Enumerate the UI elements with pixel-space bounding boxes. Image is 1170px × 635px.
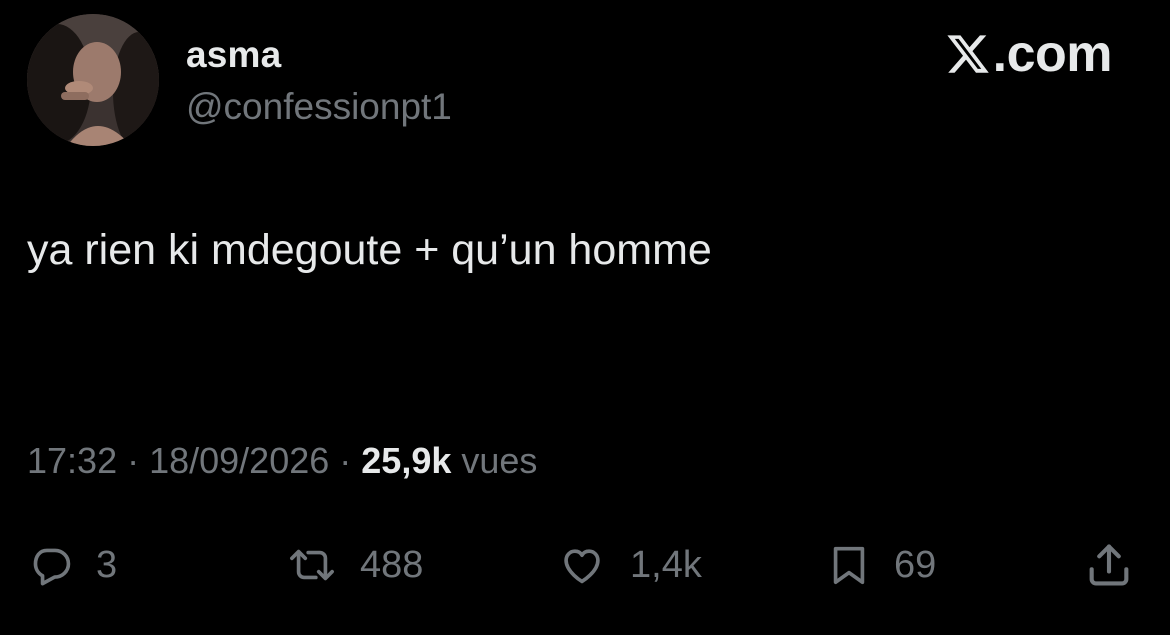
retweet-count: 488 [360, 543, 424, 586]
avatar[interactable] [27, 14, 159, 146]
views-label: vues [451, 440, 538, 481]
bookmark-button[interactable]: 69 [826, 533, 936, 597]
like-count: 1,4k [630, 543, 702, 586]
tweet-date[interactable]: 18/09/2026 [149, 440, 329, 481]
author-display-name[interactable]: asma [186, 34, 281, 76]
share-button[interactable] [1083, 533, 1135, 597]
avatar-photo [27, 14, 159, 146]
heart-icon [556, 542, 608, 588]
brand-domain-text: .com [992, 25, 1113, 83]
share-icon [1083, 539, 1135, 591]
reply-count: 3 [96, 543, 118, 586]
tweet-meta: 17:32 · 18/09/2026 · 25,9k vues [27, 440, 537, 482]
author-handle[interactable]: @confessionpt1 [186, 86, 452, 128]
tweet-time[interactable]: 17:32 [27, 440, 117, 481]
like-button[interactable]: 1,4k [556, 533, 702, 597]
bookmark-count: 69 [894, 543, 937, 586]
retweet-icon [286, 542, 338, 588]
meta-separator: · [117, 440, 150, 481]
views-count: 25,9k [361, 440, 452, 481]
x-logo-icon [947, 35, 989, 73]
tweet-text: ya rien ki mdegoute + qu’un homme [27, 226, 712, 274]
retweet-button[interactable]: 488 [286, 533, 423, 597]
meta-separator: · [329, 440, 362, 481]
brand-watermark: .com [945, 25, 1113, 83]
reply-button[interactable]: 3 [28, 533, 117, 597]
bookmark-icon [826, 541, 872, 589]
tweet-actions-bar: 3 488 1,4k 69 [0, 533, 1170, 597]
reply-icon [28, 542, 74, 588]
